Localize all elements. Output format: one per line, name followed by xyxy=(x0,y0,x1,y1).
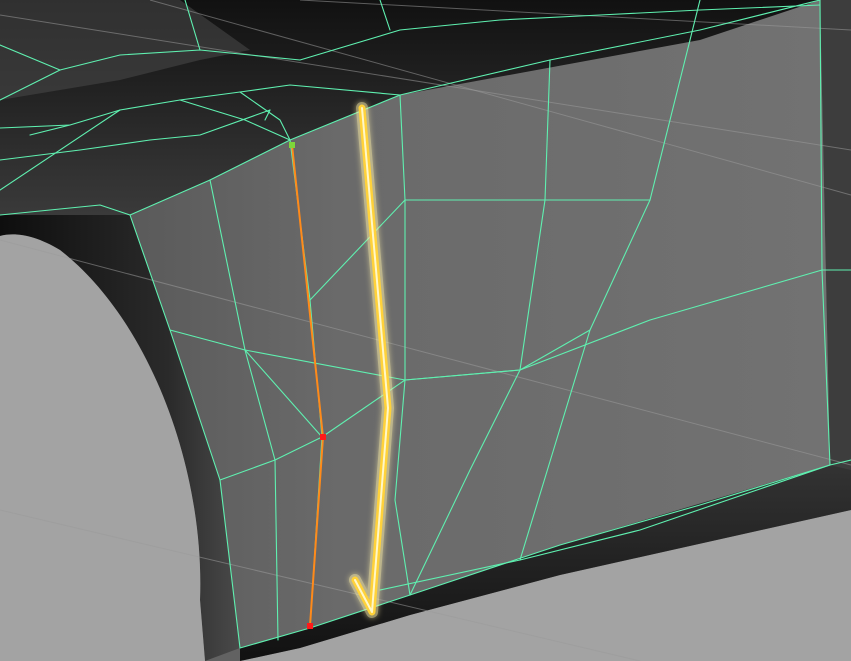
vertex xyxy=(320,434,326,440)
start-vertex xyxy=(289,142,295,148)
viewport-canvas[interactable] xyxy=(0,0,851,661)
3d-modeling-viewport[interactable] xyxy=(0,0,851,661)
vertex xyxy=(307,623,313,629)
